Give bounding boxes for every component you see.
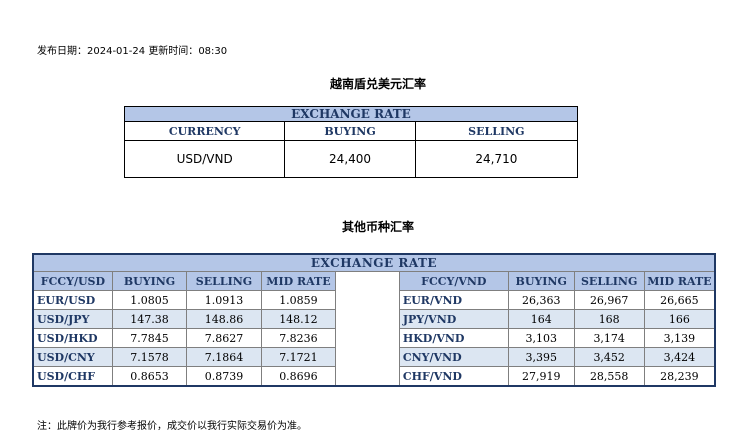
left-mid-cell: 1.0859 <box>260 290 337 310</box>
left-buying-cell: 0.8653 <box>111 366 188 387</box>
table-gap <box>335 328 400 348</box>
col-header-right-selling: SELLING <box>573 271 645 291</box>
right-buying-cell: 26,363 <box>507 290 575 310</box>
col-header-fccy-usd: FCCY/USD <box>32 271 113 291</box>
table-gap <box>335 309 400 329</box>
right-buying-cell: 164 <box>507 309 575 329</box>
right-selling-cell: 168 <box>573 309 645 329</box>
left-mid-cell: 7.1721 <box>260 347 337 367</box>
col-header-selling: SELLING <box>414 121 579 141</box>
right-pair-cell: HKD/VND <box>398 328 509 348</box>
left-mid-cell: 0.8696 <box>260 366 337 387</box>
usd-selling-cell: 24,710 <box>414 140 579 178</box>
update-time-label: 更新时间： <box>148 46 199 57</box>
col-header-right-buying: BUYING <box>507 271 575 291</box>
usd-buying-cell: 24,400 <box>284 140 416 178</box>
right-mid-cell: 28,239 <box>643 366 716 387</box>
left-pair-cell: USD/HKD <box>32 328 113 348</box>
left-buying-cell: 7.7845 <box>111 328 188 348</box>
col-header-buying: BUYING <box>284 121 416 141</box>
left-mid-cell: 7.8236 <box>260 328 337 348</box>
left-selling-cell: 0.8739 <box>186 366 262 387</box>
publish-date-label: 发布日期： <box>37 46 87 57</box>
publish-meta: 发布日期：2024-01-24 更新时间：08:30 <box>37 42 227 57</box>
col-header-left-selling: SELLING <box>186 271 262 291</box>
left-buying-cell: 147.38 <box>111 309 188 329</box>
table-row: USD/JPY 147.38 148.86 148.12 JPY/VND 164… <box>32 309 716 329</box>
left-pair-cell: USD/CNY <box>32 347 113 367</box>
table-gap <box>335 271 400 291</box>
right-pair-cell: JPY/VND <box>398 309 509 329</box>
col-header-left-buying: BUYING <box>111 271 188 291</box>
right-buying-cell: 3,103 <box>507 328 575 348</box>
table-gap <box>335 290 400 310</box>
update-time: 08:30 <box>198 46 228 57</box>
right-selling-cell: 26,967 <box>573 290 645 310</box>
right-buying-cell: 27,919 <box>507 366 575 387</box>
left-selling-cell: 1.0913 <box>186 290 262 310</box>
table-gap <box>335 366 400 386</box>
left-pair-cell: EUR/USD <box>32 290 113 310</box>
table-row: EUR/USD 1.0805 1.0913 1.0859 EUR/VND 26,… <box>32 290 716 310</box>
col-header-fccy-vnd: FCCY/VND <box>398 271 509 291</box>
usd-currency-cell: USD/VND <box>123 140 286 178</box>
usd-rate-table: EXCHANGE RATE CURRENCY BUYING SELLING US… <box>123 106 579 178</box>
right-pair-cell: EUR/VND <box>398 290 509 310</box>
right-mid-cell: 26,665 <box>643 290 716 310</box>
right-pair-cell: CHF/VND <box>398 366 509 387</box>
right-mid-cell: 166 <box>643 309 716 329</box>
other-section-title: 其他币种汇率 <box>341 220 414 234</box>
publish-date: 2024-01-24 <box>87 46 146 57</box>
left-mid-cell: 148.12 <box>260 309 337 329</box>
right-selling-cell: 3,452 <box>573 347 645 367</box>
right-buying-cell: 3,395 <box>507 347 575 367</box>
right-pair-cell: CNY/VND <box>398 347 509 367</box>
right-selling-cell: 3,174 <box>573 328 645 348</box>
col-header-left-mid: MID RATE <box>260 271 337 291</box>
col-header-currency: CURRENCY <box>123 121 286 141</box>
usd-section-title: 越南盾兑美元汇率 <box>329 77 426 91</box>
left-selling-cell: 7.1864 <box>186 347 262 367</box>
table-row: USD/CNY 7.1578 7.1864 7.1721 CNY/VND 3,3… <box>32 347 716 367</box>
left-pair-cell: USD/JPY <box>32 309 113 329</box>
right-selling-cell: 28,558 <box>573 366 645 387</box>
footnote: 注：此牌价为我行参考报价，成交价以我行实际交易价为准。 <box>37 421 307 432</box>
left-selling-cell: 148.86 <box>186 309 262 329</box>
right-mid-cell: 3,139 <box>643 328 716 348</box>
right-mid-cell: 3,424 <box>643 347 716 367</box>
table-row: USD/HKD 7.7845 7.8627 7.8236 HKD/VND 3,1… <box>32 328 716 348</box>
left-pair-cell: USD/CHF <box>32 366 113 387</box>
other-table-caption: EXCHANGE RATE <box>32 253 716 272</box>
left-buying-cell: 1.0805 <box>111 290 188 310</box>
other-rate-table: EXCHANGE RATE FCCY/USD BUYING SELLING MI… <box>32 253 716 387</box>
usd-table-caption: EXCHANGE RATE <box>124 106 578 122</box>
col-header-right-mid: MID RATE <box>643 271 716 291</box>
left-buying-cell: 7.1578 <box>111 347 188 367</box>
table-gap <box>335 347 400 367</box>
table-row: USD/CHF 0.8653 0.8739 0.8696 CHF/VND 27,… <box>32 366 716 387</box>
left-selling-cell: 7.8627 <box>186 328 262 348</box>
